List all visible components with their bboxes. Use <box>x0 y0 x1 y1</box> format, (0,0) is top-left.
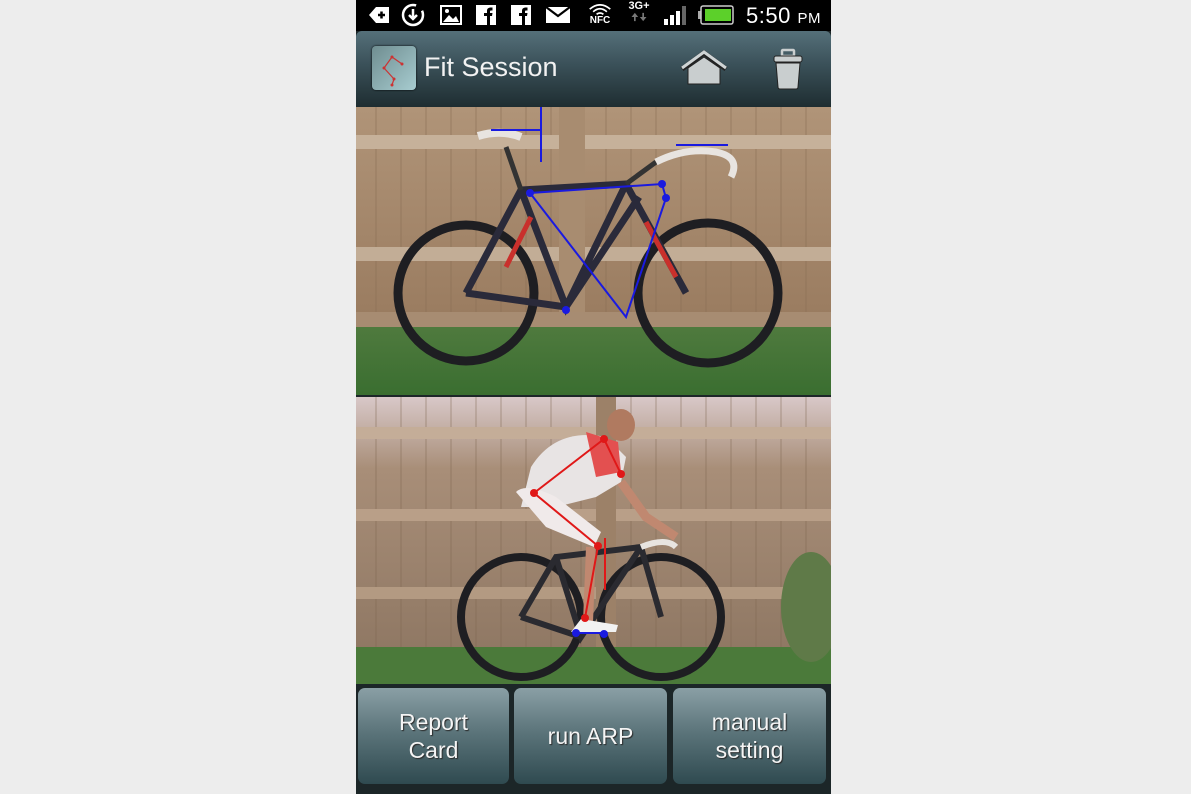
page-title: Fit Session <box>424 52 558 82</box>
wifi-nfc-icon: NFC <box>584 4 616 26</box>
download-sync-icon <box>400 3 426 27</box>
app-logo-icon[interactable] <box>372 46 416 90</box>
status-bar: NFC 3G+ 5:50 PM <box>356 0 831 31</box>
manual-setting-button[interactable]: manual setting <box>673 688 826 784</box>
3g-plus-data-icon: 3G+ <box>624 0 654 22</box>
clock: 5:50 PM <box>746 3 821 29</box>
signal-icon <box>663 4 689 26</box>
run-arp-button[interactable]: run ARP <box>514 688 667 784</box>
action-bar: Fit Session <box>356 31 831 107</box>
back-arrow-icon <box>368 4 390 26</box>
clock-time: 5:50 <box>746 3 791 28</box>
phone-screen: NFC 3G+ 5:50 PM Fit Session Report Card … <box>356 0 831 794</box>
home-icon <box>680 49 728 85</box>
report-card-button[interactable]: Report Card <box>358 688 509 784</box>
delete-button[interactable] <box>768 47 808 91</box>
gallery-icon <box>440 4 462 26</box>
trash-icon <box>773 48 803 90</box>
clock-ampm: PM <box>797 10 821 27</box>
rider-photo[interactable] <box>356 397 831 684</box>
network-label: 3G+ <box>628 0 650 12</box>
button-bar: Report Card run ARP manual setting <box>356 684 831 794</box>
nfc-label: NFC <box>589 15 611 26</box>
facebook-icon <box>511 4 531 26</box>
home-button[interactable] <box>678 49 730 89</box>
mail-icon <box>545 4 571 26</box>
facebook-icon <box>476 4 496 26</box>
bike-photo[interactable] <box>356 107 831 395</box>
battery-icon <box>698 4 734 26</box>
